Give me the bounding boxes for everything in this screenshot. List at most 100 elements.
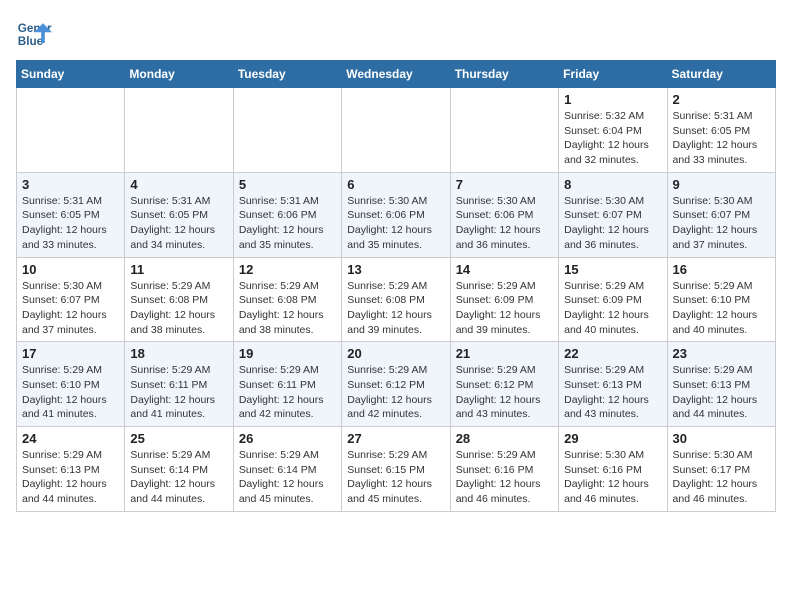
day-number: 28 bbox=[456, 431, 553, 446]
cell-info: Sunrise: 5:29 AM Sunset: 6:08 PM Dayligh… bbox=[239, 279, 336, 338]
weekday-header-row: SundayMondayTuesdayWednesdayThursdayFrid… bbox=[17, 61, 776, 88]
cell-info: Sunrise: 5:29 AM Sunset: 6:15 PM Dayligh… bbox=[347, 448, 444, 507]
calendar-cell: 22 Sunrise: 5:29 AM Sunset: 6:13 PM Dayli… bbox=[559, 342, 667, 427]
calendar-cell: 18 Sunrise: 5:29 AM Sunset: 6:11 PM Dayli… bbox=[125, 342, 233, 427]
page-header: General Blue bbox=[16, 16, 776, 52]
weekday-header-monday: Monday bbox=[125, 61, 233, 88]
cell-info: Sunrise: 5:32 AM Sunset: 6:04 PM Dayligh… bbox=[564, 109, 661, 168]
day-number: 29 bbox=[564, 431, 661, 446]
calendar-cell: 1 Sunrise: 5:32 AM Sunset: 6:04 PM Daylig… bbox=[559, 88, 667, 173]
day-number: 20 bbox=[347, 346, 444, 361]
weekday-header-sunday: Sunday bbox=[17, 61, 125, 88]
cell-info: Sunrise: 5:31 AM Sunset: 6:05 PM Dayligh… bbox=[22, 194, 119, 253]
day-number: 19 bbox=[239, 346, 336, 361]
day-number: 18 bbox=[130, 346, 227, 361]
cell-info: Sunrise: 5:31 AM Sunset: 6:06 PM Dayligh… bbox=[239, 194, 336, 253]
day-number: 23 bbox=[673, 346, 770, 361]
day-number: 6 bbox=[347, 177, 444, 192]
day-number: 11 bbox=[130, 262, 227, 277]
day-number: 15 bbox=[564, 262, 661, 277]
cell-info: Sunrise: 5:30 AM Sunset: 6:07 PM Dayligh… bbox=[564, 194, 661, 253]
cell-info: Sunrise: 5:29 AM Sunset: 6:09 PM Dayligh… bbox=[456, 279, 553, 338]
day-number: 3 bbox=[22, 177, 119, 192]
day-number: 13 bbox=[347, 262, 444, 277]
calendar-cell: 26 Sunrise: 5:29 AM Sunset: 6:14 PM Dayli… bbox=[233, 427, 341, 512]
calendar-cell: 15 Sunrise: 5:29 AM Sunset: 6:09 PM Dayli… bbox=[559, 257, 667, 342]
logo-icon: General Blue bbox=[16, 16, 52, 52]
calendar-table: SundayMondayTuesdayWednesdayThursdayFrid… bbox=[16, 60, 776, 512]
calendar-cell: 14 Sunrise: 5:29 AM Sunset: 6:09 PM Dayli… bbox=[450, 257, 558, 342]
day-number: 9 bbox=[673, 177, 770, 192]
cell-info: Sunrise: 5:29 AM Sunset: 6:12 PM Dayligh… bbox=[456, 363, 553, 422]
cell-info: Sunrise: 5:29 AM Sunset: 6:11 PM Dayligh… bbox=[130, 363, 227, 422]
cell-info: Sunrise: 5:30 AM Sunset: 6:07 PM Dayligh… bbox=[22, 279, 119, 338]
day-number: 25 bbox=[130, 431, 227, 446]
day-number: 24 bbox=[22, 431, 119, 446]
day-number: 30 bbox=[673, 431, 770, 446]
svg-text:Blue: Blue bbox=[18, 35, 44, 48]
day-number: 4 bbox=[130, 177, 227, 192]
cell-info: Sunrise: 5:30 AM Sunset: 6:06 PM Dayligh… bbox=[347, 194, 444, 253]
day-number: 21 bbox=[456, 346, 553, 361]
cell-info: Sunrise: 5:29 AM Sunset: 6:11 PM Dayligh… bbox=[239, 363, 336, 422]
calendar-cell: 25 Sunrise: 5:29 AM Sunset: 6:14 PM Dayli… bbox=[125, 427, 233, 512]
calendar-cell: 8Sunrise: 5:30 AM Sunset: 6:07 PM Daylig… bbox=[559, 172, 667, 257]
cell-info: Sunrise: 5:31 AM Sunset: 6:05 PM Dayligh… bbox=[130, 194, 227, 253]
weekday-header-thursday: Thursday bbox=[450, 61, 558, 88]
cell-info: Sunrise: 5:29 AM Sunset: 6:14 PM Dayligh… bbox=[239, 448, 336, 507]
cell-info: Sunrise: 5:29 AM Sunset: 6:10 PM Dayligh… bbox=[22, 363, 119, 422]
week-row-5: 24 Sunrise: 5:29 AM Sunset: 6:13 PM Dayli… bbox=[17, 427, 776, 512]
calendar-cell: 10Sunrise: 5:30 AM Sunset: 6:07 PM Dayli… bbox=[17, 257, 125, 342]
calendar-cell: 20Sunrise: 5:29 AM Sunset: 6:12 PM Dayli… bbox=[342, 342, 450, 427]
cell-info: Sunrise: 5:29 AM Sunset: 6:13 PM Dayligh… bbox=[564, 363, 661, 422]
weekday-header-friday: Friday bbox=[559, 61, 667, 88]
calendar-cell: 28Sunrise: 5:29 AM Sunset: 6:16 PM Dayli… bbox=[450, 427, 558, 512]
cell-info: Sunrise: 5:30 AM Sunset: 6:16 PM Dayligh… bbox=[564, 448, 661, 507]
day-number: 7 bbox=[456, 177, 553, 192]
cell-info: Sunrise: 5:29 AM Sunset: 6:09 PM Dayligh… bbox=[564, 279, 661, 338]
calendar-cell: 27 Sunrise: 5:29 AM Sunset: 6:15 PM Dayli… bbox=[342, 427, 450, 512]
calendar-cell: 6 Sunrise: 5:30 AM Sunset: 6:06 PM Daylig… bbox=[342, 172, 450, 257]
calendar-cell: 9 Sunrise: 5:30 AM Sunset: 6:07 PM Daylig… bbox=[667, 172, 775, 257]
day-number: 1 bbox=[564, 92, 661, 107]
weekday-header-saturday: Saturday bbox=[667, 61, 775, 88]
day-number: 27 bbox=[347, 431, 444, 446]
day-number: 12 bbox=[239, 262, 336, 277]
day-number: 16 bbox=[673, 262, 770, 277]
weekday-header-tuesday: Tuesday bbox=[233, 61, 341, 88]
cell-info: Sunrise: 5:29 AM Sunset: 6:13 PM Dayligh… bbox=[673, 363, 770, 422]
calendar-cell bbox=[342, 88, 450, 173]
calendar-cell: 5 Sunrise: 5:31 AM Sunset: 6:06 PM Daylig… bbox=[233, 172, 341, 257]
week-row-3: 10Sunrise: 5:30 AM Sunset: 6:07 PM Dayli… bbox=[17, 257, 776, 342]
calendar-cell: 12 Sunrise: 5:29 AM Sunset: 6:08 PM Dayli… bbox=[233, 257, 341, 342]
calendar-cell bbox=[450, 88, 558, 173]
cell-info: Sunrise: 5:29 AM Sunset: 6:08 PM Dayligh… bbox=[347, 279, 444, 338]
calendar-cell: 7 Sunrise: 5:30 AM Sunset: 6:06 PM Daylig… bbox=[450, 172, 558, 257]
cell-info: Sunrise: 5:31 AM Sunset: 6:05 PM Dayligh… bbox=[673, 109, 770, 168]
calendar-cell bbox=[17, 88, 125, 173]
cell-info: Sunrise: 5:29 AM Sunset: 6:13 PM Dayligh… bbox=[22, 448, 119, 507]
cell-info: Sunrise: 5:30 AM Sunset: 6:17 PM Dayligh… bbox=[673, 448, 770, 507]
cell-info: Sunrise: 5:29 AM Sunset: 6:10 PM Dayligh… bbox=[673, 279, 770, 338]
calendar-cell: 29 Sunrise: 5:30 AM Sunset: 6:16 PM Dayli… bbox=[559, 427, 667, 512]
day-number: 14 bbox=[456, 262, 553, 277]
day-number: 5 bbox=[239, 177, 336, 192]
cell-info: Sunrise: 5:30 AM Sunset: 6:07 PM Dayligh… bbox=[673, 194, 770, 253]
day-number: 22 bbox=[564, 346, 661, 361]
calendar-cell: 3 Sunrise: 5:31 AM Sunset: 6:05 PM Daylig… bbox=[17, 172, 125, 257]
weekday-header-wednesday: Wednesday bbox=[342, 61, 450, 88]
week-row-2: 3 Sunrise: 5:31 AM Sunset: 6:05 PM Daylig… bbox=[17, 172, 776, 257]
day-number: 26 bbox=[239, 431, 336, 446]
calendar-cell: 23 Sunrise: 5:29 AM Sunset: 6:13 PM Dayli… bbox=[667, 342, 775, 427]
calendar-cell: 13 Sunrise: 5:29 AM Sunset: 6:08 PM Dayli… bbox=[342, 257, 450, 342]
calendar-cell: 21 Sunrise: 5:29 AM Sunset: 6:12 PM Dayli… bbox=[450, 342, 558, 427]
cell-info: Sunrise: 5:29 AM Sunset: 6:08 PM Dayligh… bbox=[130, 279, 227, 338]
calendar-cell bbox=[125, 88, 233, 173]
calendar-cell: 11 Sunrise: 5:29 AM Sunset: 6:08 PM Dayli… bbox=[125, 257, 233, 342]
cell-info: Sunrise: 5:30 AM Sunset: 6:06 PM Dayligh… bbox=[456, 194, 553, 253]
calendar-cell: 19 Sunrise: 5:29 AM Sunset: 6:11 PM Dayli… bbox=[233, 342, 341, 427]
day-number: 17 bbox=[22, 346, 119, 361]
calendar-cell: 17 Sunrise: 5:29 AM Sunset: 6:10 PM Dayli… bbox=[17, 342, 125, 427]
calendar-cell: 4 Sunrise: 5:31 AM Sunset: 6:05 PM Daylig… bbox=[125, 172, 233, 257]
cell-info: Sunrise: 5:29 AM Sunset: 6:14 PM Dayligh… bbox=[130, 448, 227, 507]
